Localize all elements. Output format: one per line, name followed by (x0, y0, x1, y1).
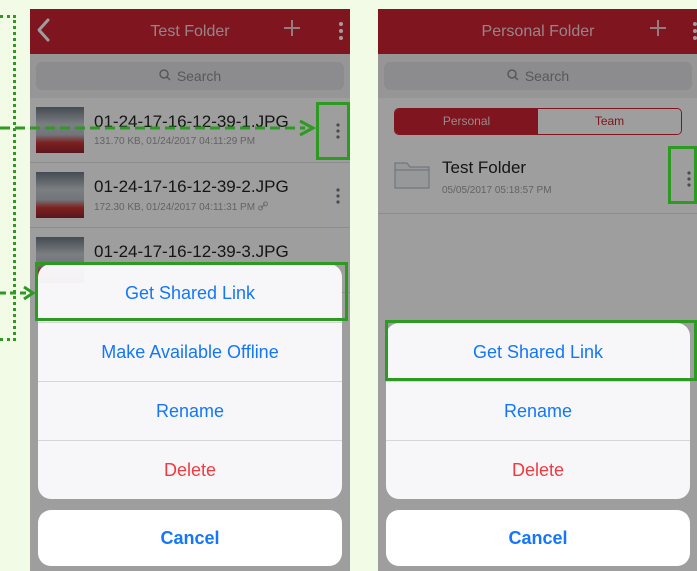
annotation-arrows (0, 119, 317, 301)
